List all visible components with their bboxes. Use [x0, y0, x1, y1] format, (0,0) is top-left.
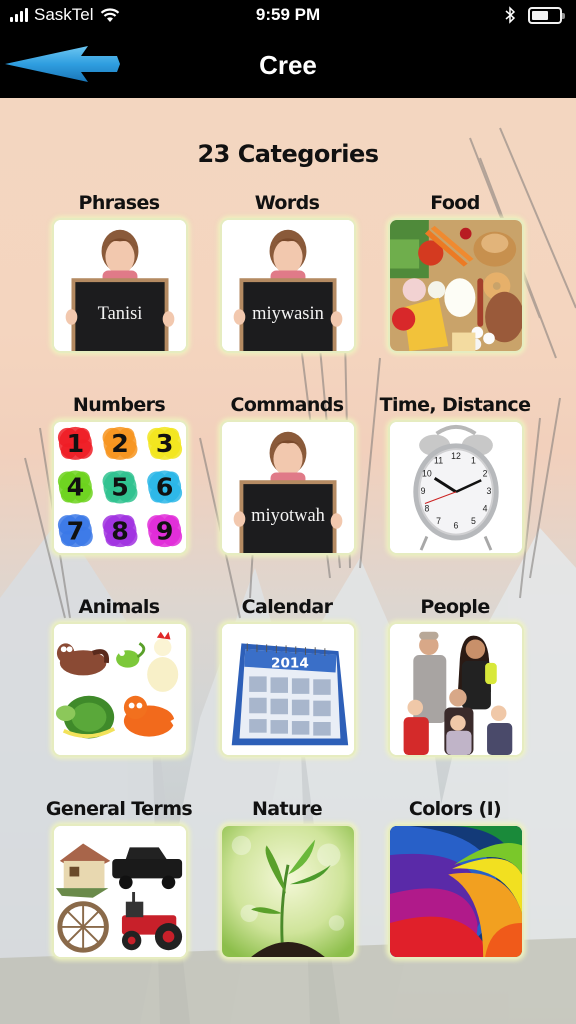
- battery-icon: [528, 6, 565, 24]
- category-image-alarm-clock[interactable]: 12 1 2 3 45 6 78 9 10 11: [388, 420, 524, 555]
- rainbow-swirl-icon: [390, 826, 522, 957]
- chalkboard-text: Tanisi: [98, 303, 143, 323]
- category-label: Colors (I): [408, 798, 502, 820]
- number-digit: 3: [156, 429, 174, 458]
- chalkboard-text: miyotwah: [251, 505, 325, 525]
- sprouting-plant-icon: [222, 826, 354, 957]
- svg-text:6: 6: [454, 521, 459, 531]
- house-truck-wheel-tractor-icon: [54, 826, 186, 957]
- category-image-sprouting-plant[interactable]: [220, 824, 356, 959]
- svg-text:9: 9: [421, 486, 426, 496]
- category-image-family-photo[interactable]: [388, 622, 524, 757]
- colorful-numbers-icon: 1 2 3 4 5 6 7 8 9: [54, 422, 186, 553]
- category-label: People: [420, 596, 490, 618]
- desk-calendar-icon: 2014: [222, 624, 354, 755]
- status-right: [504, 6, 565, 24]
- number-blob: 6: [147, 470, 183, 504]
- svg-text:4: 4: [483, 503, 488, 513]
- navigation-bar: Cree: [0, 32, 576, 98]
- number-blob: 5: [102, 470, 138, 504]
- svg-text:5: 5: [471, 516, 476, 526]
- category-image-girl-chalkboard[interactable]: Tanisi: [52, 218, 188, 353]
- status-bar: SaskTel 9:59 PM: [0, 0, 576, 32]
- category-image-girl-chalkboard[interactable]: miywasin: [220, 218, 356, 353]
- girl-chalkboard-icon: Tanisi: [54, 220, 186, 351]
- svg-text:2: 2: [483, 468, 488, 478]
- number-digit: 7: [67, 516, 85, 545]
- category-image-cartoon-animals[interactable]: [52, 622, 188, 757]
- number-blob: 2: [102, 426, 138, 460]
- number-blob: 4: [57, 470, 93, 504]
- number-digit: 5: [111, 473, 129, 502]
- battery-level: [532, 10, 548, 20]
- categories-count-title: 23 Categories: [197, 140, 379, 168]
- number-digit: 6: [156, 473, 174, 502]
- food-assortment-icon: [390, 220, 522, 351]
- category-label: Animals: [78, 596, 161, 618]
- number-blob: 9: [147, 514, 183, 548]
- category-label: Numbers: [72, 394, 166, 416]
- girl-chalkboard-icon: miywasin: [222, 220, 354, 351]
- category-image-house-truck-wheel-tractor[interactable]: [52, 824, 188, 959]
- category-label: General Terms: [45, 798, 193, 820]
- svg-text:12: 12: [451, 451, 461, 461]
- category-image-desk-calendar[interactable]: 2014: [220, 622, 356, 757]
- alarm-clock-icon: 12 12 3 45 6 78 9 1011: [390, 422, 522, 553]
- number-digit: 1: [67, 429, 85, 458]
- category-label: Words: [254, 192, 320, 214]
- family-photo-icon: [390, 624, 522, 755]
- category-image-food-assortment[interactable]: [388, 218, 524, 353]
- calendar-year: 2014: [271, 656, 309, 672]
- svg-text:8: 8: [424, 503, 429, 513]
- category-label: Commands: [230, 394, 344, 416]
- number-blob: 3: [147, 426, 183, 460]
- number-blob: 8: [102, 514, 138, 548]
- number-blob: 1: [57, 426, 93, 460]
- svg-text:1: 1: [471, 456, 476, 466]
- category-label: Phrases: [78, 192, 161, 214]
- clock: 9:59 PM: [255, 5, 321, 24]
- number-digit: 2: [111, 429, 129, 458]
- svg-text:11: 11: [434, 456, 443, 466]
- bluetooth-icon: [505, 6, 516, 24]
- number-digit: 9: [156, 516, 174, 545]
- category-label: Time, Distance: [379, 394, 531, 416]
- category-label: Food: [430, 192, 480, 214]
- cartoon-animals-icon: [54, 624, 186, 755]
- category-image-rainbow-swirl[interactable]: [388, 824, 524, 959]
- page-title: Cree: [259, 50, 317, 80]
- category-label: Calendar: [241, 596, 333, 618]
- number-blob: 7: [57, 514, 93, 548]
- category-image-girl-chalkboard[interactable]: miyotwah: [220, 420, 356, 555]
- categories-screen: 23 Categories Phrases Tanisi Words miywa…: [0, 98, 576, 1024]
- girl-chalkboard-icon: miyotwah: [222, 422, 354, 553]
- category-label: Nature: [252, 798, 323, 820]
- svg-text:3: 3: [487, 486, 492, 496]
- chalkboard-text: miywasin: [252, 303, 324, 323]
- category-image-colorful-numbers[interactable]: 123 456 789: [52, 420, 188, 555]
- number-digit: 8: [111, 516, 129, 545]
- svg-text:7: 7: [436, 516, 441, 526]
- number-digit: 4: [67, 473, 85, 502]
- svg-text:10: 10: [422, 468, 432, 478]
